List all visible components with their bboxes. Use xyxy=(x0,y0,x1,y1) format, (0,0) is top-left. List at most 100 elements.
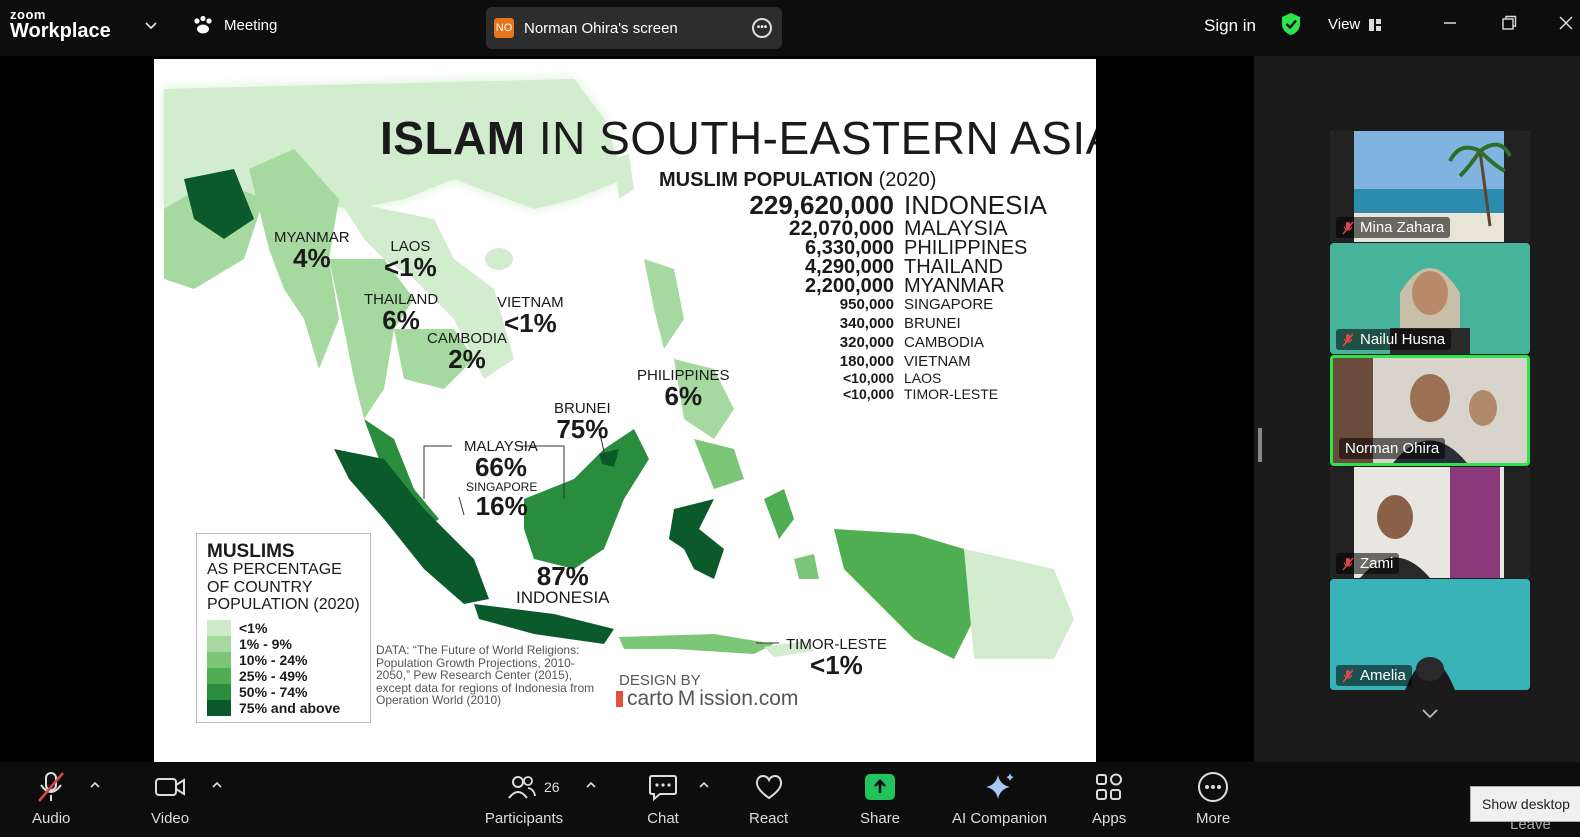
map-label-indonesia: 87% INDONESIA xyxy=(516,563,610,606)
legend-swatch xyxy=(207,651,231,668)
video-camera-icon xyxy=(155,778,186,796)
view-button[interactable]: View xyxy=(1328,16,1382,33)
panel-resize-handle[interactable] xyxy=(1258,428,1262,462)
ai-companion-button[interactable]: AI Companion xyxy=(952,770,1047,827)
map-label-percent: 2% xyxy=(448,344,486,374)
ai-companion-label: AI Companion xyxy=(952,810,1048,827)
legend-swatch xyxy=(207,683,231,700)
participant-tile[interactable]: Mina Zahara xyxy=(1330,131,1530,242)
participants-button[interactable]: 26 Participants xyxy=(484,770,564,827)
map-label-percent: 4% xyxy=(292,243,331,273)
participant-tile[interactable]: Nailul Husna xyxy=(1330,243,1530,354)
sparkle-icon xyxy=(985,773,1014,799)
audio-button[interactable]: Audio xyxy=(32,770,70,827)
legend-heading: MUSLIMS xyxy=(207,541,295,562)
legend-label: 1% - 9% xyxy=(239,635,292,652)
participant-name-tag: Amelia xyxy=(1336,665,1412,686)
grid-view-icon xyxy=(1369,18,1382,31)
legend-label: 75% and above xyxy=(239,699,341,716)
muted-mic-icon xyxy=(1342,669,1354,682)
map-label-percent: 16% xyxy=(475,491,528,521)
participant-name-tag: Zami xyxy=(1336,553,1400,574)
shared-slide: ISLAM IN SOUTH-EASTERN ASIA MUSLIM POPUL… xyxy=(154,59,1096,765)
legend-label: 25% - 49% xyxy=(239,667,308,684)
population-row: 950,000 SINGAPORE xyxy=(634,296,993,313)
react-label: React xyxy=(749,810,789,827)
map-label-percent: 75% xyxy=(556,414,609,444)
sign-in-link[interactable]: Sign in xyxy=(1204,16,1256,36)
population-country: MYANMAR xyxy=(904,275,1005,297)
map-label-thailand: THAILAND 6% xyxy=(364,292,438,333)
cartomission-logo: carto Mission.com xyxy=(616,687,798,711)
close-icon[interactable] xyxy=(1557,14,1575,32)
map-label-percent: 6% xyxy=(664,381,703,411)
population-row: 2,200,000 MYANMAR xyxy=(634,275,1005,298)
react-button[interactable]: React xyxy=(749,770,788,827)
map-label-vietnam: VIETNAM <1% xyxy=(497,295,564,336)
participant-name-tag: Nailul Husna xyxy=(1336,329,1452,350)
sharer-avatar-badge: NO xyxy=(494,18,514,38)
legend-row: 75% and above xyxy=(207,699,360,716)
map-legend: MUSLIMS AS PERCENTAGE OF COUNTRY POPULAT… xyxy=(196,533,371,723)
participants-icon xyxy=(508,776,536,799)
participant-name: Mina Zahara xyxy=(1360,219,1445,236)
chat-button[interactable]: Chat xyxy=(646,770,680,827)
brand-part: carto xyxy=(627,687,674,710)
population-header-year: (2020) xyxy=(873,169,937,191)
video-options-caret-icon[interactable] xyxy=(211,780,223,790)
apps-button[interactable]: Apps xyxy=(1092,770,1126,827)
mic-muted-icon xyxy=(38,772,65,802)
population-count: 2,200,000 xyxy=(805,275,894,297)
map-label-singapore: SINGAPORE 16% xyxy=(466,481,537,519)
participant-tile[interactable]: Amelia xyxy=(1330,579,1530,690)
brand-part: ission.com xyxy=(699,687,799,710)
share-screen-button[interactable]: Share xyxy=(860,770,900,827)
participant-tile[interactable]: Zami xyxy=(1330,467,1530,578)
minimize-icon[interactable] xyxy=(1441,14,1459,32)
more-options-icon[interactable]: ••• xyxy=(752,18,772,38)
security-shield-icon[interactable] xyxy=(1280,12,1302,36)
meeting-button[interactable]: Meeting xyxy=(192,15,277,35)
participant-tile-active-speaker[interactable]: Norman Ohira xyxy=(1330,355,1530,466)
legend-row: 1% - 9% xyxy=(207,635,360,652)
legend-label: <1% xyxy=(239,619,268,636)
share-title: Norman Ohira's screen xyxy=(524,19,678,37)
legend-subheading: OF COUNTRY xyxy=(207,578,313,596)
slide-title: ISLAM IN SOUTH-EASTERN ASIA xyxy=(380,111,1096,165)
paw-icon xyxy=(194,15,212,34)
more-label: More xyxy=(1196,810,1231,827)
restore-icon[interactable] xyxy=(1500,14,1518,32)
legend-row: 25% - 49% xyxy=(207,667,360,684)
map-label-percent: <1% xyxy=(810,650,863,680)
map-label-percent: 66% xyxy=(474,452,527,482)
map-label-laos: LAOS <1% xyxy=(384,239,437,280)
population-country: VIETNAM xyxy=(904,353,971,370)
participant-name-tag: Norman Ohira xyxy=(1339,438,1446,459)
share-arrow-icon xyxy=(874,779,886,793)
map-label-percent: 87% xyxy=(536,561,589,591)
zoom-logo: zoom Workplace xyxy=(10,8,111,41)
audio-options-caret-icon[interactable] xyxy=(89,780,101,790)
legend-swatch xyxy=(207,699,231,716)
participants-options-caret-icon[interactable] xyxy=(585,780,597,790)
scroll-down-chevron-icon[interactable] xyxy=(1421,706,1439,720)
logo-bottom-text: Workplace xyxy=(10,20,111,42)
legend-subheading: AS PERCENTAGE xyxy=(207,561,342,578)
population-country: LAOS xyxy=(904,370,942,386)
participant-name: Norman Ohira xyxy=(1345,440,1440,457)
population-country: SINGAPORE xyxy=(904,296,994,313)
audio-label: Audio xyxy=(32,810,71,827)
cartomission-mark xyxy=(616,691,623,707)
video-button[interactable]: Video xyxy=(151,770,189,827)
video-label: Video xyxy=(151,810,190,827)
legend-swatch xyxy=(207,667,231,684)
chevron-down-icon[interactable] xyxy=(144,18,158,32)
more-button[interactable]: More xyxy=(1196,770,1230,827)
chat-options-caret-icon[interactable] xyxy=(698,780,710,790)
population-count: 340,000 xyxy=(839,315,894,332)
muted-mic-icon xyxy=(1342,221,1354,234)
screen-share-indicator[interactable]: NO Norman Ohira's screen ••• xyxy=(486,7,782,49)
population-header: MUSLIM POPULATION (2020) xyxy=(659,169,936,192)
map-label-country: INDONESIA xyxy=(516,588,610,607)
population-row: 320,000 CAMBODIA xyxy=(634,334,984,351)
